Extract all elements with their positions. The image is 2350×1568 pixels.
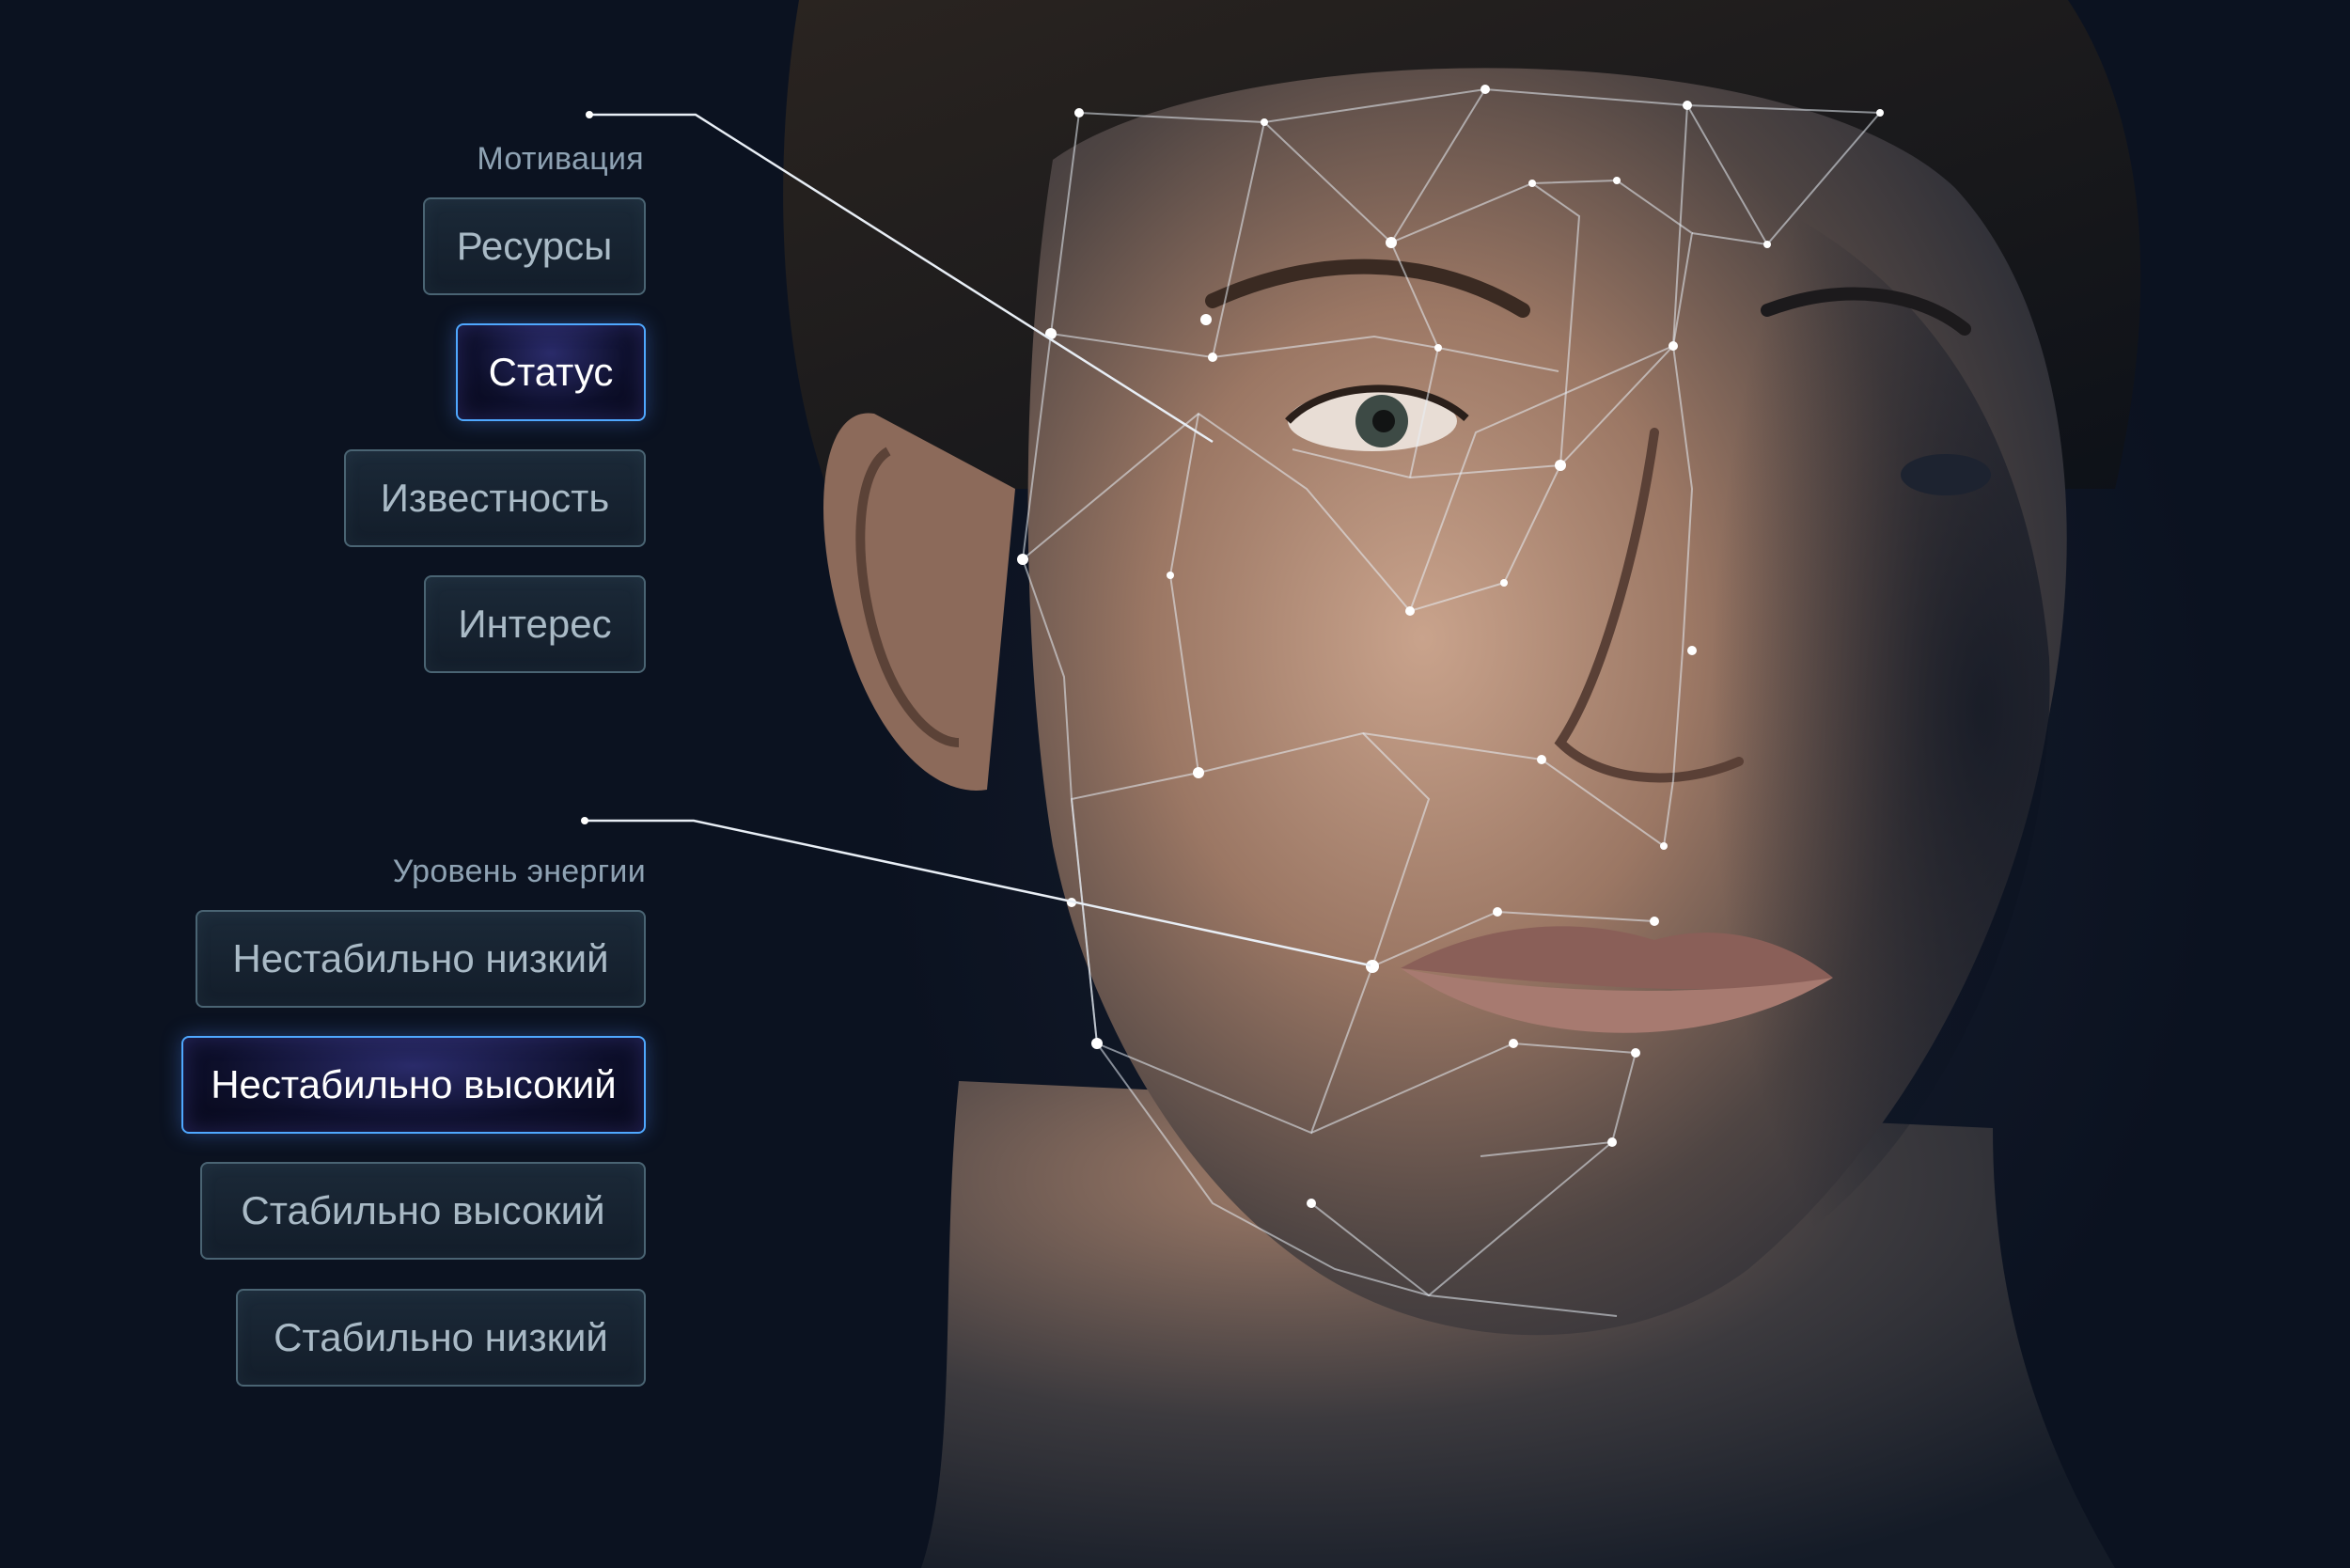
motivation-option-fame[interactable]: Известность <box>344 449 646 547</box>
energy-option-stable-low[interactable]: Стабильно низкий <box>236 1289 646 1387</box>
motivation-option-interest[interactable]: Интерес <box>424 575 646 673</box>
motivation-label: Мотивация <box>477 141 644 177</box>
energy-option-stable-high[interactable]: Стабильно высокий <box>200 1162 646 1260</box>
energy-option-unstable-low[interactable]: Нестабильно низкий <box>196 910 646 1008</box>
energy-level-label: Уровень энергии <box>392 854 646 889</box>
motivation-option-resources[interactable]: Ресурсы <box>423 197 646 295</box>
energy-option-unstable-high[interactable]: Нестабильно высокий <box>181 1036 646 1134</box>
motivation-option-status[interactable]: Статус <box>456 323 646 421</box>
